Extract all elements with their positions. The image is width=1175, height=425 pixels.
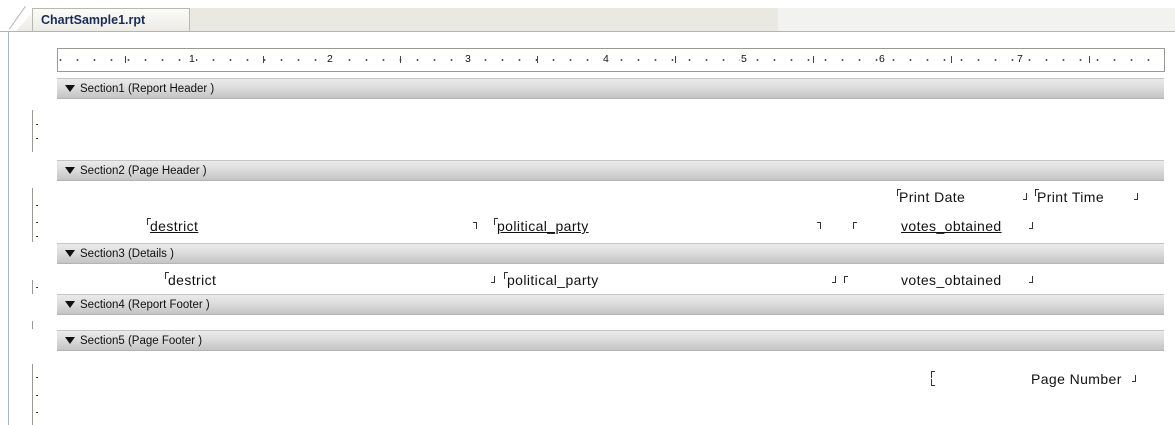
gutter-tick [36, 395, 38, 396]
section4-gutter[interactable] [32, 321, 46, 329]
section2-page-header-bar[interactable]: Section2 (Page Header ) [57, 160, 1164, 181]
section5-page-footer-bar[interactable]: Section5 (Page Footer ) [57, 330, 1164, 351]
field-bracket [832, 276, 836, 283]
gutter-tick [36, 377, 38, 378]
ruler-label-6: 6 [878, 53, 886, 65]
ruler-label-4: 4 [602, 53, 610, 65]
ruler-label-3: 3 [464, 53, 472, 65]
field-bracket [1132, 375, 1136, 382]
field-bracket [1029, 222, 1033, 229]
ruler-tick [675, 56, 676, 63]
document-tab-strip: ChartSample1.rpt [0, 0, 1175, 31]
ruler-label-7: 7 [1016, 53, 1024, 65]
field-bracket [853, 222, 857, 229]
collapse-triangle-icon[interactable] [65, 337, 75, 344]
gutter-tick [36, 138, 38, 139]
tab-chartsample1[interactable]: ChartSample1.rpt [32, 8, 190, 31]
ruler-tick [125, 56, 126, 63]
section2-gutter[interactable] [32, 188, 46, 242]
gutter-tick [36, 236, 38, 237]
ruler-tick [1089, 56, 1090, 63]
field-bracket [931, 379, 935, 386]
field-bracket [1029, 276, 1033, 283]
page-number-field[interactable]: Page Number [1031, 371, 1122, 387]
ruler-label-1: 1 [188, 53, 196, 65]
frame-border-left [8, 32, 9, 425]
header-votes-obtained-field[interactable]: votes_obtained [901, 218, 1002, 234]
print-date-field[interactable]: Print Date [899, 189, 965, 205]
field-bracket [931, 371, 935, 378]
section1-gutter[interactable] [32, 110, 46, 152]
tab-strip-background [190, 8, 1175, 31]
collapse-triangle-icon[interactable] [65, 167, 75, 174]
field-bracket [1023, 193, 1027, 200]
ruler-tick [263, 56, 264, 63]
gutter-tick [36, 222, 38, 223]
collapse-triangle-icon[interactable] [65, 250, 75, 257]
section4-report-footer-bar[interactable]: Section4 (Report Footer ) [57, 294, 1164, 315]
gutter-tick [36, 205, 38, 206]
details-political-party-field[interactable]: political_party [507, 272, 599, 288]
field-bracket [1134, 193, 1138, 200]
field-bracket [844, 276, 848, 283]
details-district-field[interactable]: destrict [168, 272, 216, 288]
collapse-triangle-icon[interactable] [65, 301, 75, 308]
horizontal-ruler[interactable]: 1 2 3 4 5 6 7 [57, 48, 1165, 72]
section5-label: Section5 (Page Footer ) [80, 335, 203, 347]
section2-label: Section2 (Page Header ) [80, 165, 207, 177]
header-district-field[interactable]: destrict [150, 218, 198, 234]
field-bracket [491, 276, 495, 283]
section4-label: Section4 (Report Footer ) [80, 299, 210, 311]
section3-details-bar[interactable]: Section3 (Details ) [57, 243, 1164, 264]
section3-gutter[interactable] [32, 280, 46, 294]
section1-report-header-bar[interactable]: Section1 (Report Header ) [57, 78, 1164, 99]
ruler-label-5: 5 [740, 53, 748, 65]
section5-gutter[interactable] [32, 364, 46, 425]
field-bracket [817, 222, 821, 229]
gutter-tick [36, 124, 38, 125]
frame-border-top [8, 31, 1175, 32]
ruler-tick [537, 56, 538, 63]
print-time-field[interactable]: Print Time [1037, 189, 1104, 205]
ruler-label-2: 2 [326, 53, 334, 65]
ruler-tick [951, 56, 952, 63]
section3-label: Section3 (Details ) [80, 248, 174, 260]
field-bracket [473, 222, 477, 229]
gutter-tick [36, 287, 38, 288]
gutter-tick [36, 412, 38, 413]
ruler-tick [813, 56, 814, 63]
collapse-triangle-icon[interactable] [65, 85, 75, 92]
ruler-tick [400, 56, 401, 63]
section1-label: Section1 (Report Header ) [80, 83, 215, 95]
header-political-party-field[interactable]: political_party [497, 218, 589, 234]
ruler-dots [58, 49, 1164, 71]
details-votes-obtained-field[interactable]: votes_obtained [901, 272, 1002, 288]
